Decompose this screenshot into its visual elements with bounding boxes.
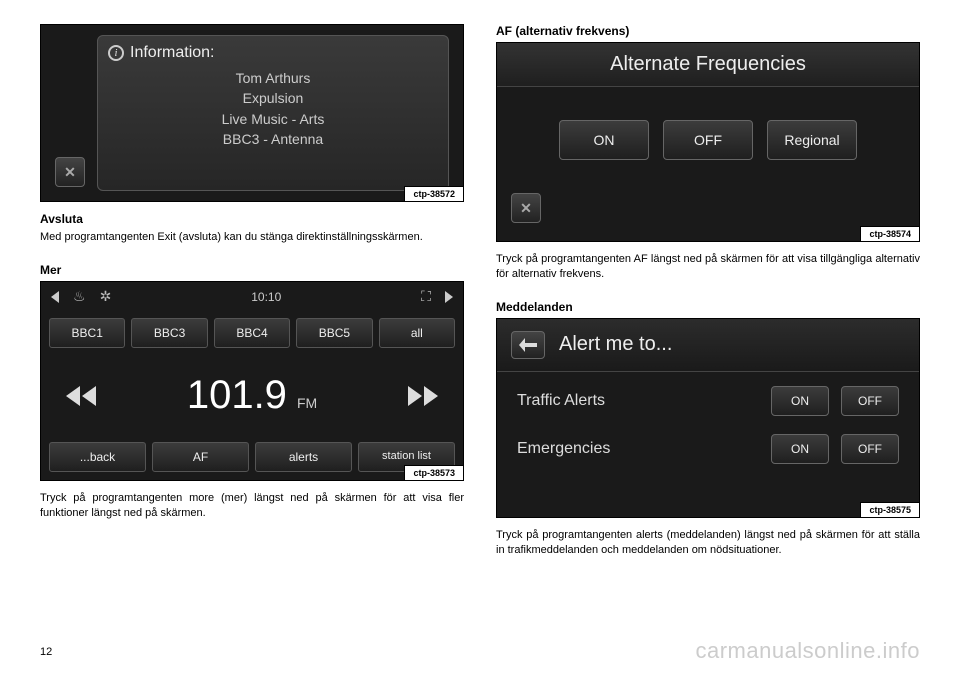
alert-row: Traffic Alerts ON OFF <box>517 386 899 416</box>
fan-icon: ✲ <box>100 288 112 305</box>
alerts-title: Alert me to... <box>559 333 672 356</box>
figure-caption: ctp-38574 <box>860 226 919 241</box>
af-off-button[interactable]: OFF <box>663 120 753 160</box>
preset-row: BBC1 BBC3 BBC4 BBC5 all <box>41 312 463 354</box>
alerts-button[interactable]: alerts <box>255 442 352 472</box>
info-line: Expulsion <box>108 88 438 108</box>
back-button[interactable]: ...back <box>49 442 146 472</box>
figure-alternate-freq: Alternate Frequencies ON OFF Regional ✕ … <box>496 42 920 242</box>
back-button[interactable] <box>511 331 545 359</box>
af-button[interactable]: AF <box>152 442 249 472</box>
info-title-row: i Information: <box>108 44 438 62</box>
seek-back-icon <box>64 384 98 408</box>
preset-button[interactable]: BBC5 <box>296 318 372 348</box>
preset-button[interactable]: BBC1 <box>49 318 125 348</box>
frequency-value: 101.9 <box>187 373 287 418</box>
preset-button[interactable]: BBC3 <box>131 318 207 348</box>
info-line: Tom Arthurs <box>108 68 438 88</box>
figure-radio: ♨ ✲ 10:10 ⛶ BBC1 BBC3 BBC4 BBC5 all <box>40 281 464 481</box>
af-button-row: ON OFF Regional <box>497 87 919 193</box>
heading-af: AF (alternativ frekvens) <box>496 24 920 38</box>
clock: 10:10 <box>251 290 281 304</box>
bottom-row: ...back AF alerts station list <box>41 438 463 480</box>
back-triangle-icon[interactable] <box>51 291 59 303</box>
alerts-title-row: Alert me to... <box>497 319 919 372</box>
info-panel: i Information: Tom Arthurs Expulsion Liv… <box>97 35 449 191</box>
left-column: ✕ i Information: Tom Arthurs Expulsion L… <box>40 24 464 565</box>
vent-icon: ⛶ <box>421 288 431 305</box>
radio-statusbar: ♨ ✲ 10:10 ⛶ <box>41 282 463 312</box>
figure-caption: ctp-38572 <box>404 186 463 201</box>
watermark: carmanualsonline.info <box>695 638 920 664</box>
fwd-triangle-icon[interactable] <box>445 291 453 303</box>
alerts-body: Traffic Alerts ON OFF Emergencies ON OFF <box>497 372 919 517</box>
frequency-display: 101.9 FM <box>187 373 317 418</box>
seek-fwd-icon <box>406 384 440 408</box>
alert-label: Traffic Alerts <box>517 392 759 410</box>
figure-information: ✕ i Information: Tom Arthurs Expulsion L… <box>40 24 464 202</box>
heading-meddelanden: Meddelanden <box>496 300 920 314</box>
figure-alerts: Alert me to... Traffic Alerts ON OFF Eme… <box>496 318 920 518</box>
on-button[interactable]: ON <box>771 386 829 416</box>
info-line: BBC3 - Antenna <box>108 129 438 149</box>
info-lines: Tom Arthurs Expulsion Live Music - Arts … <box>108 68 438 149</box>
page-columns: ✕ i Information: Tom Arthurs Expulsion L… <box>40 24 920 565</box>
off-button[interactable]: OFF <box>841 386 899 416</box>
preset-button[interactable]: BBC4 <box>214 318 290 348</box>
alert-row: Emergencies ON OFF <box>517 434 899 464</box>
preset-all-button[interactable]: all <box>379 318 455 348</box>
af-title: Alternate Frequencies <box>497 43 919 87</box>
heading-mer: Mer <box>40 263 464 277</box>
page-number: 12 <box>40 646 52 658</box>
on-button[interactable]: ON <box>771 434 829 464</box>
alert-label: Emergencies <box>517 440 759 458</box>
figure-caption: ctp-38575 <box>860 502 919 517</box>
seek-back-button[interactable] <box>61 376 101 416</box>
af-on-button[interactable]: ON <box>559 120 649 160</box>
close-button[interactable]: ✕ <box>511 193 541 223</box>
info-line: Live Music - Arts <box>108 109 438 129</box>
figure-caption: ctp-38573 <box>404 465 463 480</box>
info-icon: i <box>108 45 124 61</box>
off-button[interactable]: OFF <box>841 434 899 464</box>
right-column: AF (alternativ frekvens) Alternate Frequ… <box>496 24 920 565</box>
info-title: Information: <box>130 44 214 62</box>
seat-heat-icon: ♨ <box>73 288 86 305</box>
text-af: Tryck på programtangenten AF längst ned … <box>496 252 920 282</box>
text-alerts: Tryck på programtangenten alerts (meddel… <box>496 528 920 558</box>
seek-fwd-button[interactable] <box>403 376 443 416</box>
arrow-left-icon <box>519 338 537 352</box>
text-avsluta: Med programtangenten Exit (avsluta) kan … <box>40 230 464 245</box>
band-label: FM <box>297 395 317 411</box>
af-regional-button[interactable]: Regional <box>767 120 857 160</box>
heading-avsluta: Avsluta <box>40 212 464 226</box>
close-button[interactable]: ✕ <box>55 157 85 187</box>
tuning-row: 101.9 FM <box>41 354 463 438</box>
text-mer: Tryck på programtangenten more (mer) län… <box>40 491 464 521</box>
